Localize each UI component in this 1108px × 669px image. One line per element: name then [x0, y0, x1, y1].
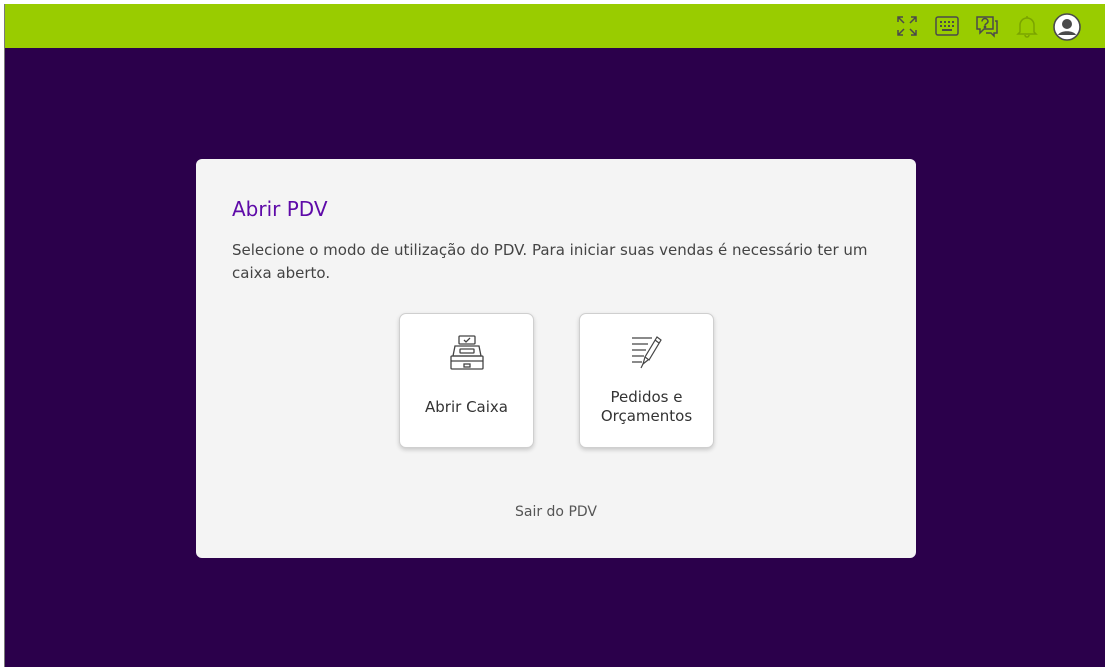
orders-and-quotes-button[interactable]: Pedidos e Orçamentos	[579, 313, 714, 448]
help-chat-icon[interactable]	[974, 13, 1000, 39]
exit-pdv-link[interactable]: Sair do PDV	[196, 504, 916, 520]
fullscreen-icon[interactable]	[894, 13, 920, 39]
open-cash-register-label: Abrir Caixa	[425, 398, 508, 416]
dialog-title: Abrir PDV	[232, 197, 328, 221]
user-avatar-icon[interactable]	[1052, 12, 1082, 42]
dialog-description: Selecione o modo de utilização do PDV. P…	[232, 241, 868, 282]
open-pdv-dialog: Abrir PDV Selecione o modo de utilização…	[196, 159, 916, 558]
keyboard-icon[interactable]	[934, 13, 960, 39]
notification-bell-icon[interactable]	[1014, 13, 1040, 39]
open-cash-register-button[interactable]: Abrir Caixa	[399, 313, 534, 448]
cash-register-icon	[400, 334, 533, 374]
top-bar	[5, 4, 1106, 48]
orders-and-quotes-label: Pedidos e Orçamentos	[600, 388, 693, 425]
order-notes-pen-icon	[580, 334, 713, 374]
app-window: Abrir PDV Selecione o modo de utilização…	[4, 4, 1106, 667]
